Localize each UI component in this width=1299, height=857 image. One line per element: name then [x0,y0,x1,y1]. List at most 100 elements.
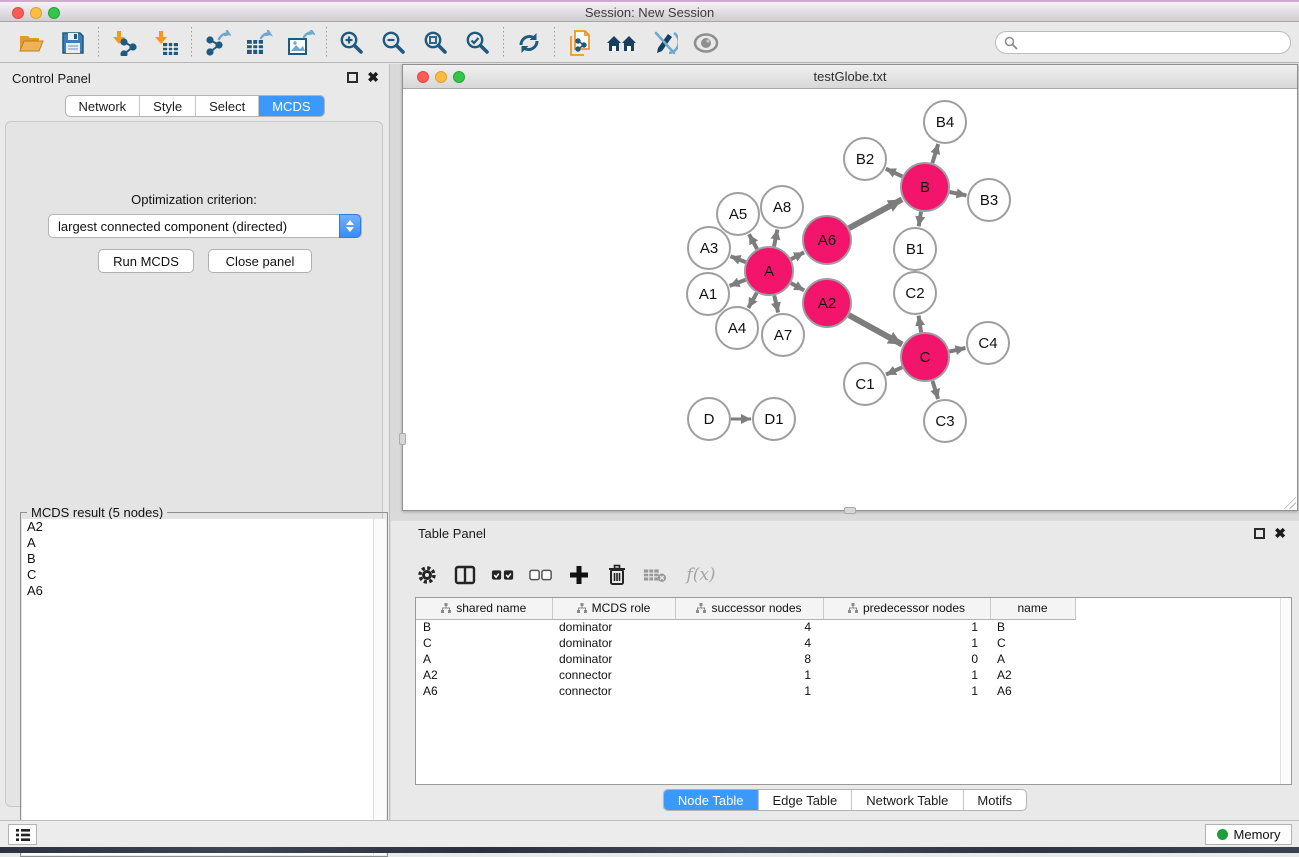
table-cell[interactable]: 1 [823,667,990,683]
edge-A-A4[interactable] [748,293,757,308]
delete-table-button[interactable] [643,562,667,588]
show-column-button[interactable] [453,562,477,588]
task-history-button[interactable] [8,824,37,845]
table-cell[interactable]: A2 [990,667,1075,683]
close-panel-button[interactable]: Close panel [208,249,312,273]
table-cell[interactable]: dominator [552,619,675,635]
edge-C-C2[interactable] [919,316,922,333]
select-all-button[interactable] [491,562,515,588]
export-table-button[interactable] [238,26,280,60]
pane-divider-grip[interactable] [844,507,856,514]
show-all-button[interactable] [601,26,643,60]
table-cell[interactable]: A [416,651,552,667]
table-settings-button[interactable] [415,562,439,588]
export-network-button[interactable] [196,26,238,60]
edge-A-A8[interactable] [774,230,777,247]
tab-mcds[interactable]: MCDS [259,96,323,116]
table-scrollbar[interactable] [1280,598,1291,784]
open-session-button[interactable] [10,26,52,60]
export-image-button[interactable] [280,26,322,60]
column-header-predecessor-nodes[interactable]: predecessor nodes [823,598,990,619]
close-panel-icon[interactable]: ✖ [367,72,379,83]
deselect-all-button[interactable] [529,562,553,588]
column-header-mcds-role[interactable]: MCDS role [552,598,675,619]
table-cell[interactable]: 1 [823,683,990,699]
hide-annotations-button[interactable] [643,26,685,60]
tab-style[interactable]: Style [140,96,196,116]
tab-motifs[interactable]: Motifs [963,790,1026,810]
network-from-selection-button[interactable] [559,26,601,60]
table-cell[interactable]: A2 [416,667,552,683]
table-cell[interactable]: C [990,635,1075,651]
tab-node-table[interactable]: Node Table [664,790,759,810]
edge-B-B3[interactable] [950,192,967,195]
table-cell[interactable]: 4 [675,619,823,635]
table-row[interactable]: A6connector11A6 [416,683,1291,699]
table-cell[interactable]: dominator [552,651,675,667]
edge-A-A7[interactable] [774,295,778,312]
apply-layout-button[interactable] [508,26,550,60]
column-header-name[interactable]: name [990,598,1075,619]
function-builder-button[interactable]: f(x) [681,562,721,588]
save-session-button[interactable] [52,26,94,60]
edge-A-A3[interactable] [731,256,746,262]
zoom-in-button[interactable] [331,26,373,60]
edge-A-A1[interactable] [730,280,746,286]
edge-A2-C[interactable] [849,315,902,344]
import-table-button[interactable] [145,26,187,60]
mcds-result-item[interactable]: A6 [22,583,386,599]
tab-select[interactable]: Select [196,96,259,116]
table-cell[interactable]: dominator [552,635,675,651]
network-canvas[interactable]: B4B2BB3A8A5A6A3B1AA1C2A2A4A7C4CC1C3DD1 [403,89,1297,510]
table-cell[interactable]: 1 [823,619,990,635]
table-cell[interactable]: 1 [675,683,823,699]
edge-C-C4[interactable] [949,348,965,352]
network-window-titlebar[interactable]: testGlobe.txt [403,65,1297,89]
pane-divider-grip[interactable] [399,433,406,445]
edge-A-A5[interactable] [749,234,757,249]
mcds-result-item[interactable]: C [22,567,386,583]
edge-A-A2[interactable] [791,283,804,290]
table-cell[interactable]: B [416,619,552,635]
mcds-result-item[interactable]: A2 [22,519,386,535]
run-mcds-button[interactable]: Run MCDS [98,249,194,273]
mcds-result-item[interactable]: B [22,551,386,567]
close-panel-icon[interactable]: ✖ [1274,528,1286,539]
edge-B-B4[interactable] [932,144,938,163]
float-panel-icon[interactable] [347,72,358,83]
mcds-result-item[interactable]: A [22,535,386,551]
edge-B-B2[interactable] [886,169,903,177]
import-network-button[interactable] [103,26,145,60]
zoom-fit-button[interactable] [415,26,457,60]
table-cell[interactable]: 1 [823,635,990,651]
edge-A-A6[interactable] [791,252,804,259]
table-cell[interactable]: 0 [823,651,990,667]
memory-button[interactable]: Memory [1205,824,1292,845]
column-header-shared-name[interactable]: shared name [416,598,552,619]
table-cell[interactable]: 1 [675,667,823,683]
float-panel-icon[interactable] [1254,528,1265,539]
optimization-criterion-select[interactable]: largest connected component (directed) [48,214,362,238]
mcds-list-scrollbar[interactable] [373,519,386,855]
window-resize-handle[interactable] [1284,497,1296,509]
table-cell[interactable]: A6 [416,683,552,699]
search-input[interactable] [995,31,1291,54]
table-cell[interactable]: C [416,635,552,651]
tab-edge-table[interactable]: Edge Table [758,790,852,810]
edge-B-B1[interactable] [919,212,921,227]
table-cell[interactable]: 4 [675,635,823,651]
tab-network[interactable]: Network [65,96,140,116]
table-cell[interactable]: B [990,619,1075,635]
edge-C-C1[interactable] [886,367,902,374]
table-row[interactable]: Cdominator41C [416,635,1291,651]
table-row[interactable]: Adominator80A [416,651,1291,667]
table-cell[interactable]: connector [552,683,675,699]
mcds-result-list[interactable]: A2ABCA6 [22,519,386,855]
delete-column-button[interactable] [605,562,629,588]
table-row[interactable]: A2connector11A2 [416,667,1291,683]
add-column-button[interactable] [567,562,591,588]
table-cell[interactable]: 8 [675,651,823,667]
column-header-successor-nodes[interactable]: successor nodes [675,598,823,619]
edge-C-C3[interactable] [933,381,939,399]
table-cell[interactable]: connector [552,667,675,683]
